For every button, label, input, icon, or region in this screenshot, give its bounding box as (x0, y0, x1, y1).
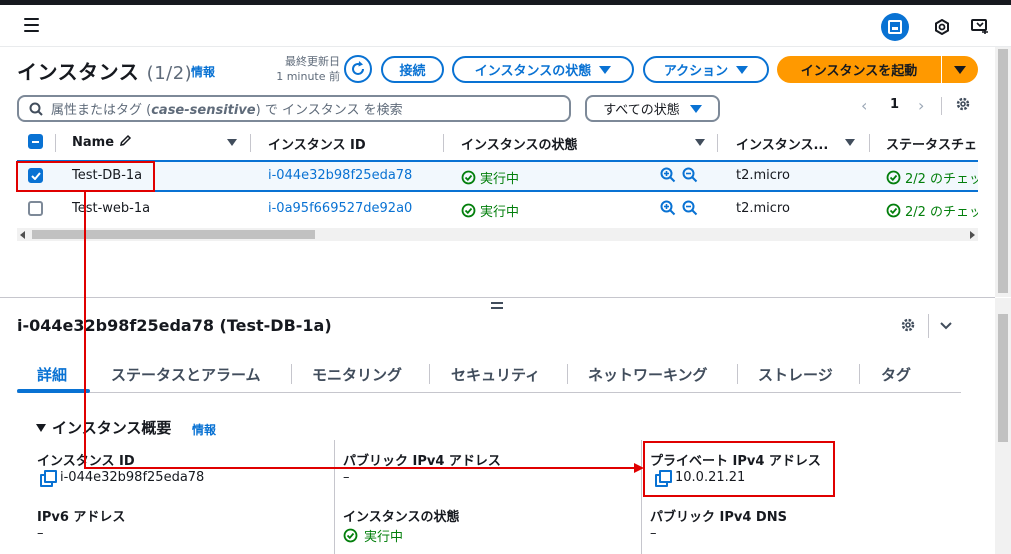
status-check: 2/2 のチェッ (886, 168, 978, 187)
table-horizontal-scrollbar[interactable] (17, 228, 978, 241)
caret-down-icon (599, 65, 612, 74)
detail-title: i-044e32b98f25eda78 (Test-DB-1a) (17, 316, 332, 335)
edit-icon (119, 134, 131, 146)
actions-button[interactable]: アクション (643, 56, 769, 83)
section-info-link[interactable]: 情報 (192, 421, 216, 438)
page-title: インスタンス (1/2) (17, 60, 193, 84)
field-label-public-dns: パブリック IPv4 DNS (650, 510, 787, 525)
sort-caret-icon[interactable] (845, 139, 855, 146)
instance-state-button[interactable]: インスタンスの状態 (452, 56, 634, 83)
launch-instances-button[interactable]: インスタンスを起動 (777, 56, 941, 83)
copy-icon[interactable] (40, 469, 57, 487)
instance-state: 実行中 (461, 201, 519, 220)
check-circle-icon (461, 170, 476, 185)
check-circle-icon (886, 203, 901, 218)
field-value-public-ipv4: – (343, 470, 350, 485)
column-header-instance-type[interactable]: インスタンス... (736, 134, 828, 153)
field-label-instance-state: インスタンスの状態 (343, 510, 460, 525)
last-updated: 最終更新日 1 minute 前 (276, 55, 340, 83)
row-checkbox[interactable] (28, 201, 43, 216)
select-all-checkbox[interactable] (28, 134, 43, 149)
info-link[interactable]: 情報 (191, 63, 215, 80)
tab-storage[interactable]: ストレージ (758, 364, 833, 385)
caret-down-icon (954, 65, 966, 74)
check-circle-icon (886, 170, 901, 185)
split-divider (0, 297, 995, 298)
field-value-public-dns: – (650, 526, 657, 541)
menu-icon[interactable] (24, 18, 39, 32)
instance-type: t2.micro (736, 168, 790, 183)
instance-state: 実行中 (461, 168, 519, 187)
detail-scrollbar[interactable] (995, 298, 1011, 554)
annotation-line-vertical (84, 191, 86, 468)
tab-tags[interactable]: タグ (881, 364, 911, 385)
tab-monitoring[interactable]: モニタリング (312, 364, 402, 385)
column-header-status-check[interactable]: ステータスチェ (886, 134, 977, 153)
status-check: 2/2 のチェッ (886, 201, 978, 220)
instance-type: t2.micro (736, 201, 790, 216)
detail-settings-gear-icon[interactable] (900, 317, 916, 337)
field-value-ipv6: – (37, 526, 44, 541)
instances-table: Name インスタンス ID インスタンスの状態 インスタンス... ステータス… (17, 128, 978, 244)
connect-button[interactable]: 接続 (381, 56, 444, 83)
caret-down-icon (689, 104, 702, 113)
zoom-out-icon[interactable] (682, 167, 698, 183)
search-placeholder: 属性またはタグ (case-sensitive) で インスタンス を検索 (51, 103, 403, 118)
page-scrollbar[interactable] (995, 47, 1011, 297)
column-header-instance-id[interactable]: インスタンス ID (268, 134, 366, 153)
chevron-down-icon[interactable] (938, 318, 954, 338)
cloudshell-icon[interactable] (881, 13, 909, 41)
column-header-instance-state[interactable]: インスタンスの状態 (461, 134, 577, 153)
annotation-line-horizontal (84, 467, 636, 469)
caret-down-icon (36, 423, 46, 432)
sort-caret-icon[interactable] (227, 139, 237, 146)
instance-id-link[interactable]: i-0a95f669527de92a0 (268, 201, 412, 216)
table-row[interactable]: Test-web-1a i-0a95f669527de92a0 実行中 t2.m… (17, 193, 978, 225)
launch-dropdown-button[interactable] (942, 56, 978, 83)
check-circle-icon (461, 203, 476, 218)
check-circle-icon (343, 528, 358, 543)
settings-hex-icon[interactable] (928, 13, 956, 41)
pagination-prev-icon[interactable]: ‹ (861, 96, 867, 115)
instance-id-link[interactable]: i-044e32b98f25eda78 (268, 168, 412, 183)
section-toggle[interactable]: インスタンス概要 (36, 417, 171, 438)
feedback-icon[interactable] (966, 13, 994, 41)
tab-networking[interactable]: ネットワーキング (588, 364, 708, 385)
search-icon (29, 102, 43, 116)
table-row[interactable]: Test-DB-1a i-044e32b98f25eda78 実行中 t2.mi… (17, 160, 978, 192)
top-navigation (0, 5, 1011, 47)
field-value-instance-id: i-044e32b98f25eda78 (40, 469, 204, 487)
search-input[interactable]: 属性またはタグ (case-sensitive) で インスタンス を検索 (17, 95, 571, 122)
table-settings-gear-icon[interactable] (955, 96, 971, 116)
refresh-button[interactable] (344, 55, 372, 83)
pagination-next-icon[interactable]: › (918, 96, 924, 115)
refresh-icon (352, 61, 364, 75)
zoom-out-icon[interactable] (682, 200, 698, 216)
tab-details[interactable]: 詳細 (37, 364, 67, 385)
tab-security[interactable]: セキュリティ (451, 364, 540, 385)
pagination-page[interactable]: 1 (890, 97, 899, 112)
sort-caret-icon[interactable] (695, 139, 705, 146)
detail-tabs: 詳細 ステータスとアラーム モニタリング セキュリティ ネットワーキング ストレ… (17, 360, 961, 393)
state-filter-select[interactable]: すべての状態 (585, 95, 720, 122)
tab-status-alarms[interactable]: ステータスとアラーム (111, 364, 261, 385)
split-handle-icon[interactable] (491, 302, 503, 310)
annotation-box-private-ip (643, 441, 835, 497)
zoom-in-icon[interactable] (660, 200, 676, 216)
zoom-in-icon[interactable] (660, 167, 676, 183)
active-tab-indicator (17, 389, 90, 393)
annotation-box-selected-row (16, 161, 155, 192)
caret-down-icon (736, 65, 749, 74)
field-label-ipv6: IPv6 アドレス (37, 510, 126, 525)
field-value-instance-state: 実行中 (343, 526, 403, 545)
column-header-name[interactable]: Name (72, 134, 132, 150)
selection-count: (1/2) (146, 63, 193, 84)
